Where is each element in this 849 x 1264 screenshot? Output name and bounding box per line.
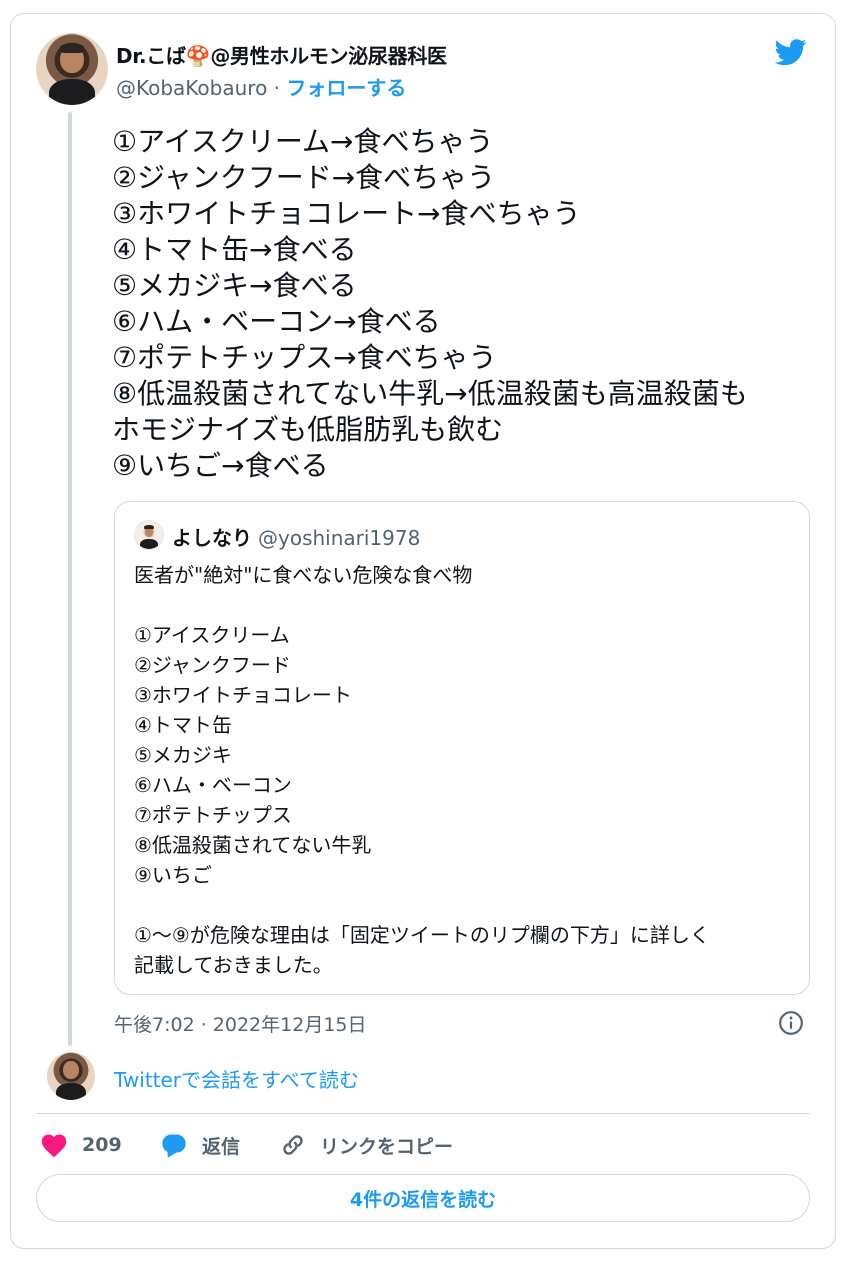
info-icon[interactable] (778, 1010, 804, 1036)
quoted-author-avatar (134, 520, 164, 550)
tweet-line: ⑦ポテトチップス→食べちゃう (112, 341, 497, 374)
author-avatar[interactable] (36, 33, 108, 105)
thread-line (68, 112, 72, 1046)
divider (36, 1113, 810, 1114)
link-icon (283, 1135, 303, 1155)
tweet-line: ホモジナイズも低脂肪乳も飲む (112, 413, 504, 446)
conversation-avatar[interactable] (47, 1052, 95, 1100)
tweet-text: ①アイスクリーム→食べちゃう ②ジャンクフード→食べちゃう ③ホワイトチョコレー… (112, 124, 812, 484)
twitter-bird-icon[interactable] (772, 36, 810, 68)
quoted-line: ⑨いちご (134, 863, 212, 887)
copy-link-button[interactable]: リンクをコピー (280, 1128, 453, 1162)
quoted-text: 医者が"絶対"に食べない危険な食べ物 ①アイスクリーム ②ジャンクフード ③ホワ… (134, 560, 794, 980)
quoted-handle: @yoshinari1978 (258, 526, 421, 550)
read-conversation-link[interactable]: Twitterで会話をすべて読む (114, 1064, 359, 1093)
reply-bubble-icon (162, 1134, 186, 1158)
read-replies-button[interactable]: 4件の返信を読む (36, 1174, 810, 1222)
quoted-line: ⑦ポテトチップス (134, 803, 292, 827)
quoted-author: よしなり @yoshinari1978 (172, 522, 420, 551)
tweet-line: ⑤メカジキ→食べる (112, 269, 357, 302)
follow-link[interactable]: フォローする (286, 76, 406, 100)
tweet-line: ①アイスクリーム→食べちゃう (112, 125, 494, 158)
tweet-line: ④トマト缶→食べる (112, 233, 357, 266)
handle-separator: · (267, 76, 287, 100)
tweet-line: ②ジャンクフード→食べちゃう (112, 161, 496, 194)
quoted-line (134, 890, 794, 920)
quoted-display-name: よしなり (172, 526, 252, 550)
reply-button[interactable]: 返信 (160, 1128, 240, 1162)
quoted-line: ④トマト缶 (134, 713, 232, 737)
tweet-line: ⑥ハム・ベーコン→食べる (112, 305, 441, 338)
copy-link-label: リンクをコピー (320, 1135, 454, 1158)
quoted-line: ③ホワイトチョコレート (134, 683, 352, 707)
quoted-line: 記載しておきました。 (134, 953, 333, 977)
quoted-line: ①〜⑨が危険な理由は「固定ツイートのリプ欄の下方」に詳しく (134, 923, 710, 947)
quoted-line: ⑧低温殺菌されてない牛乳 (134, 833, 372, 857)
tweet-line: ⑨いちご→食べる (112, 449, 329, 482)
quoted-line (134, 590, 794, 620)
like-button[interactable]: 209 (40, 1128, 122, 1162)
tweet-line: ③ホワイトチョコレート→食べちゃう (112, 197, 581, 230)
author-handle[interactable]: @KobaKobauro (116, 76, 267, 100)
tweet-timestamp[interactable]: 午後7:02 · 2022年12月15日 (114, 1010, 367, 1037)
tweet-line: ⑧低温殺菌されてない牛乳→低温殺菌も高温殺菌も (112, 377, 748, 410)
quoted-line: ②ジャンクフード (134, 653, 291, 677)
author-handle-row: @KobaKobauro · フォローする (116, 72, 406, 101)
author-display-name[interactable]: Dr.こば🍄@男性ホルモン泌尿器科医 (116, 40, 447, 69)
quoted-line: ①アイスクリーム (134, 623, 290, 647)
quoted-line: 医者が"絶対"に食べない危険な食べ物 (134, 563, 473, 587)
reply-label: 返信 (202, 1135, 241, 1158)
like-count: 209 (82, 1134, 122, 1156)
quoted-line: ⑤メカジキ (134, 743, 232, 767)
quoted-line: ⑥ハム・ベーコン (134, 773, 292, 797)
heart-icon (41, 1134, 67, 1158)
